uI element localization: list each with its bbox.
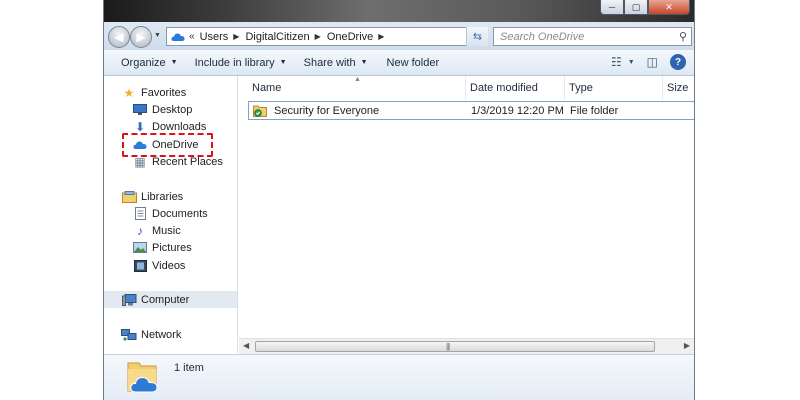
nav-videos-label: Videos: [152, 259, 186, 272]
libraries-icon: [121, 189, 137, 205]
column-header-type[interactable]: Type: [565, 76, 663, 100]
view-controls: ☷ ▼ ◫ ?: [599, 54, 686, 70]
nav-documents[interactable]: Documents: [104, 205, 208, 222]
star-icon: ★: [123, 85, 135, 100]
help-icon[interactable]: ?: [670, 54, 686, 70]
include-in-library-button[interactable]: Include in library ▼: [195, 57, 287, 69]
column-header-date-modified[interactable]: Date modified: [466, 76, 565, 100]
organize-button[interactable]: Organize ▼: [121, 57, 178, 69]
arrow-left-icon: ◀: [114, 30, 124, 44]
search-input[interactable]: Search OneDrive ⚲: [493, 27, 692, 46]
nav-desktop-label: Desktop: [152, 103, 193, 116]
navigation-pane: ★ Favorites Desktop ⬇ Downloads OneDrive…: [104, 76, 238, 353]
documents-icon: [132, 206, 148, 222]
breadcrumb-separator-icon[interactable]: ▶: [315, 32, 321, 41]
nav-music[interactable]: ♪ Music: [104, 222, 181, 239]
breadcrumb-separator-icon[interactable]: ▶: [378, 32, 384, 41]
breadcrumb-digitalcitizen[interactable]: DigitalCitizen: [245, 31, 309, 43]
organize-label: Organize: [121, 56, 166, 69]
nav-pictures-label: Pictures: [152, 241, 192, 254]
address-bar[interactable]: « Users ▶ DigitalCitizen ▶ OneDrive ▶: [166, 27, 488, 46]
breadcrumb-onedrive[interactable]: OneDrive: [327, 31, 373, 43]
share-with-button[interactable]: Share with ▼: [304, 57, 368, 69]
file-type: File folder: [570, 105, 619, 117]
computer-icon: [121, 292, 137, 308]
item-count: 1 item: [174, 362, 204, 374]
nav-videos[interactable]: Videos: [104, 257, 185, 274]
scrollbar-grip-icon: |||: [446, 342, 450, 351]
scroll-right-icon[interactable]: ▶: [684, 341, 690, 350]
back-button[interactable]: ◀: [108, 26, 130, 48]
minimize-button[interactable]: ─: [600, 0, 624, 15]
change-view-icon[interactable]: ☷: [611, 55, 622, 69]
window-controls: ─ ▢ ✕: [600, 0, 690, 15]
include-in-library-label: Include in library: [194, 56, 275, 69]
maximize-button[interactable]: ▢: [624, 0, 648, 15]
breadcrumb-separator-icon[interactable]: ▶: [233, 32, 239, 41]
pictures-icon: [132, 240, 148, 256]
title-bar: ─ ▢ ✕: [104, 0, 694, 22]
nav-recent-places-label: Recent Places: [152, 155, 223, 168]
share-with-label: Share with: [303, 56, 356, 69]
onedrive-cloud-icon: [171, 33, 185, 41]
breadcrumb-overflow[interactable]: «: [189, 31, 195, 42]
chevron-down-icon: ▼: [360, 59, 368, 66]
arrow-right-icon: ▶: [136, 30, 146, 44]
nav-pictures[interactable]: Pictures: [104, 239, 192, 256]
nav-network-label: Network: [141, 328, 182, 341]
explorer-window: ─ ▢ ✕ ◀ ▶ ▼ « Users ▶ DigitalCitizen ▶ O…: [103, 0, 695, 400]
desktop-icon: [132, 102, 148, 118]
horizontal-scrollbar[interactable]: ◀ ||| ▶: [239, 338, 694, 354]
table-row[interactable]: Security for Everyone 1/3/2019 12:20 PM …: [248, 101, 694, 120]
file-date-modified: 1/3/2019 12:20 PM: [471, 105, 564, 117]
scroll-left-icon[interactable]: ◀: [243, 341, 249, 350]
videos-icon: [132, 258, 148, 274]
folder-synced-icon: [253, 105, 267, 117]
column-header-name-label: Name: [252, 82, 282, 94]
close-button[interactable]: ✕: [648, 0, 690, 15]
search-placeholder: Search OneDrive: [500, 30, 585, 43]
nav-libraries-label: Libraries: [141, 190, 184, 203]
nav-computer-label: Computer: [141, 293, 190, 306]
refresh-button[interactable]: ⇆: [466, 27, 488, 46]
column-header-size[interactable]: Size: [663, 76, 694, 100]
nav-documents-label: Documents: [152, 207, 208, 220]
nav-downloads-label: Downloads: [152, 120, 207, 133]
column-header-type-label: Type: [569, 82, 593, 94]
nav-computer[interactable]: Computer: [104, 291, 237, 308]
search-icon[interactable]: ⚲: [679, 30, 687, 43]
music-icon: ♪: [137, 223, 143, 238]
refresh-icon: ⇆: [472, 31, 483, 43]
preview-pane-icon[interactable]: ◫: [647, 55, 658, 69]
chevron-down-icon: ▼: [170, 59, 178, 66]
nav-network[interactable]: Network: [104, 326, 181, 343]
forward-button[interactable]: ▶: [130, 26, 152, 48]
nav-favorites-label: Favorites: [141, 86, 187, 99]
new-folder-button[interactable]: New folder: [387, 57, 440, 69]
scrollbar-thumb[interactable]: |||: [255, 341, 655, 352]
nav-libraries[interactable]: Libraries: [104, 188, 183, 205]
details-pane: 1 item: [104, 354, 694, 400]
new-folder-label: New folder: [386, 56, 440, 69]
nav-music-label: Music: [152, 224, 181, 237]
nav-favorites[interactable]: ★ Favorites: [104, 84, 187, 101]
column-header-date-modified-label: Date modified: [470, 82, 538, 94]
file-list: Name ▲ Date modified Type Size Security …: [239, 76, 694, 353]
chevron-down-icon: ▼: [279, 59, 287, 66]
column-header-size-label: Size: [667, 82, 689, 94]
onedrive-highlight-box: [122, 133, 213, 157]
network-icon: [121, 327, 137, 343]
recent-pages-dropdown[interactable]: ▼: [154, 32, 161, 39]
breadcrumb-users[interactable]: Users: [200, 31, 229, 43]
address-row: ◀ ▶ ▼ « Users ▶ DigitalCitizen ▶ OneDriv…: [104, 22, 694, 50]
file-name: Security for Everyone: [274, 105, 380, 117]
onedrive-folder-icon: [127, 362, 158, 393]
sort-ascending-icon: ▲: [354, 76, 361, 83]
command-bar: Organize ▼ Include in library ▼ Share with…: [104, 50, 694, 76]
nav-desktop[interactable]: Desktop: [104, 101, 192, 118]
view-options-dropdown-icon[interactable]: ▼: [628, 59, 635, 66]
